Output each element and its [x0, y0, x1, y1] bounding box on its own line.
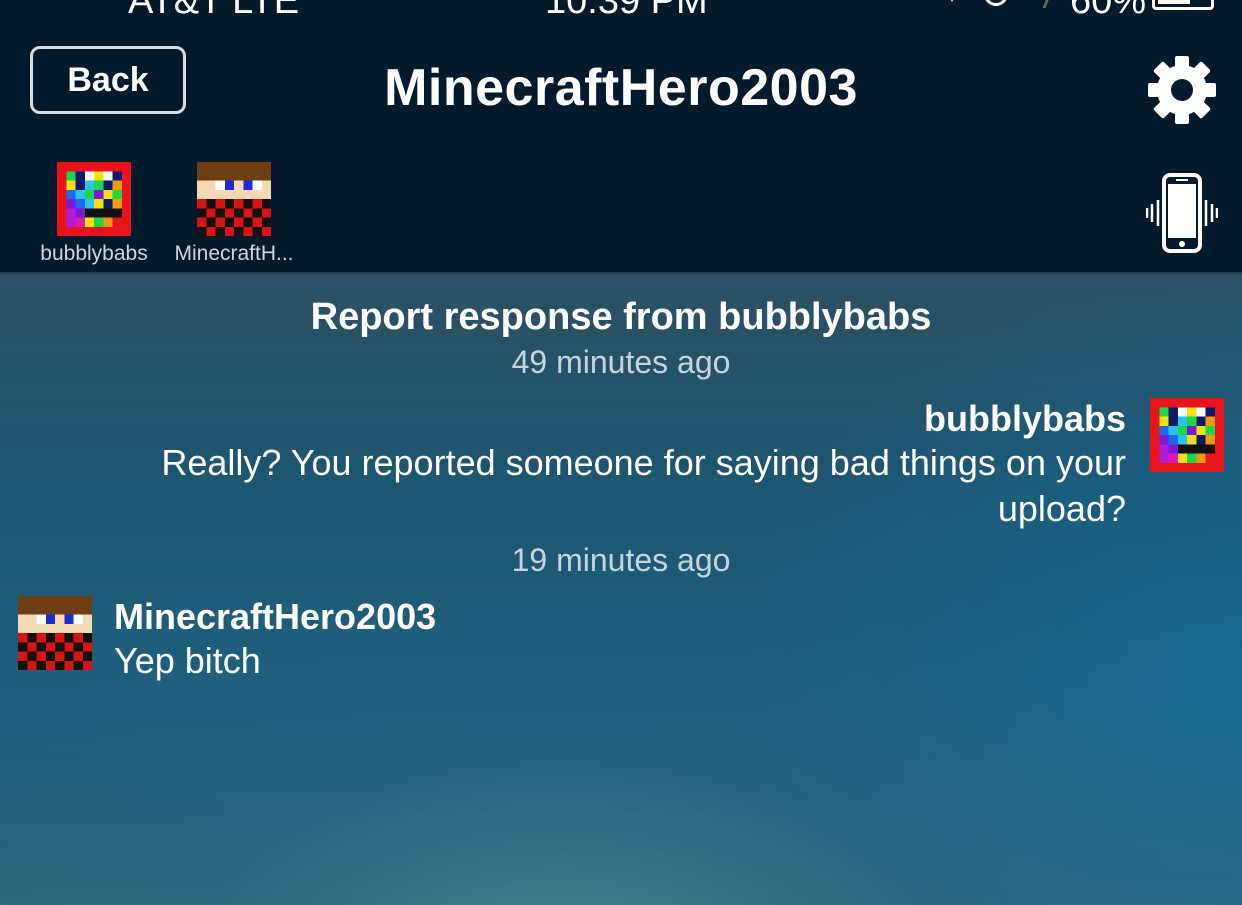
participant-label: bubblybabs [40, 242, 148, 265]
message-text: Yep bitch [114, 640, 261, 681]
battery-icon [1152, 0, 1214, 10]
message-sender: MinecraftHero2003 [114, 596, 437, 637]
thread-subject: Report response from bubblybabs [310, 296, 932, 338]
back-button[interactable]: Back [30, 46, 186, 114]
carrier-label: AT&T LTE [128, 0, 300, 22]
message-timestamp: 49 minutes ago [511, 344, 731, 380]
bluetooth-icon [1024, 0, 1053, 8]
conversation-title: MinecraftHero2003 [384, 59, 858, 117]
participant-bubblybabs[interactable]: bubblybabs [24, 162, 164, 266]
participant-label: MinecraftH... [174, 242, 294, 265]
avatar[interactable] [18, 596, 92, 670]
gear-icon[interactable] [1146, 54, 1218, 126]
message-timestamp: 19 minutes ago [511, 542, 731, 578]
message-thread[interactable]: Report response from bubblybabs 49 minut… [0, 274, 1242, 905]
avatar [197, 162, 271, 236]
clock: 10:39 PM [545, 0, 708, 22]
message-item: bubblybabs Really? You reported someone … [0, 398, 1242, 538]
message-item: MinecraftHero2003 Yep bitch [0, 596, 1242, 696]
message-sender: bubblybabs [923, 398, 1126, 439]
participant-list: bubblybabs MinecraftH... [0, 162, 400, 272]
avatar [57, 162, 131, 236]
status-bar: AT&T LTE 10:39 PM 60% [0, 0, 1242, 22]
participant-minecrafthero[interactable]: MinecraftH... [164, 162, 304, 266]
orientation-lock-icon [984, 0, 1008, 6]
avatar[interactable] [1150, 398, 1224, 472]
location-icon [946, 0, 958, 2]
phone-vibrate-icon[interactable] [1146, 172, 1218, 254]
battery-percent: 60% [1070, 0, 1147, 22]
message-text: Really? You reported someone for saying … [161, 442, 1126, 529]
conversation-header: Back MinecraftHero2003 bubblybabs Minecr… [0, 22, 1242, 274]
